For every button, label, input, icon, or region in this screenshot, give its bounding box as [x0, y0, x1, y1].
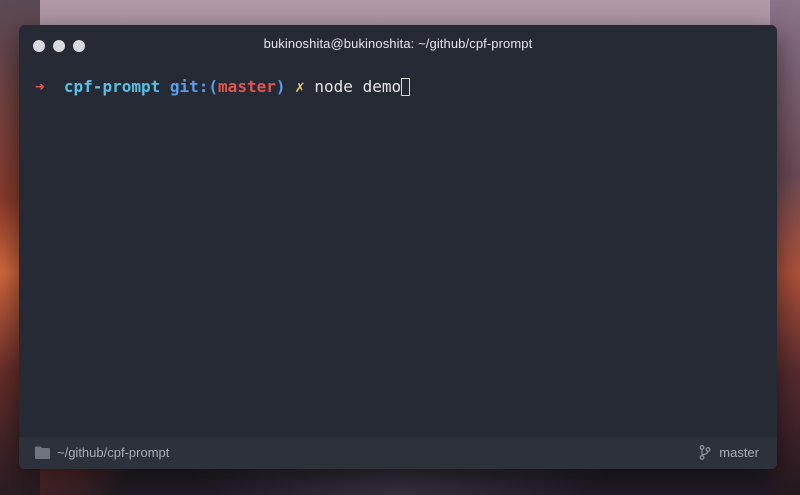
prompt-arrow-icon: ➜	[35, 77, 45, 96]
prompt-git-close: )	[275, 77, 286, 96]
folder-icon	[35, 446, 50, 459]
prompt-branch: master	[218, 77, 276, 96]
status-bar: ~/github/cpf-prompt master	[19, 437, 777, 469]
prompt-directory: cpf-prompt	[63, 77, 161, 96]
window-titlebar[interactable]: bukinoshita@bukinoshita: ~/github/cpf-pr…	[19, 25, 777, 65]
terminal-cursor	[401, 78, 411, 96]
command-input[interactable]: node demo	[314, 77, 401, 96]
terminal-content[interactable]: ➜ cpf-prompt git:(master) ✗ node demo	[19, 65, 777, 437]
prompt-git-label: git:(	[169, 77, 219, 96]
status-branch: master	[719, 445, 759, 460]
dirty-marker-icon: ✗	[295, 77, 305, 96]
status-path: ~/github/cpf-prompt	[57, 445, 170, 460]
terminal-window[interactable]: bukinoshita@bukinoshita: ~/github/cpf-pr…	[19, 25, 777, 469]
git-branch-icon	[699, 445, 711, 460]
prompt-line: ➜ cpf-prompt git:(master) ✗ node demo	[35, 77, 411, 97]
window-title: bukinoshita@bukinoshita: ~/github/cpf-pr…	[263, 36, 533, 51]
